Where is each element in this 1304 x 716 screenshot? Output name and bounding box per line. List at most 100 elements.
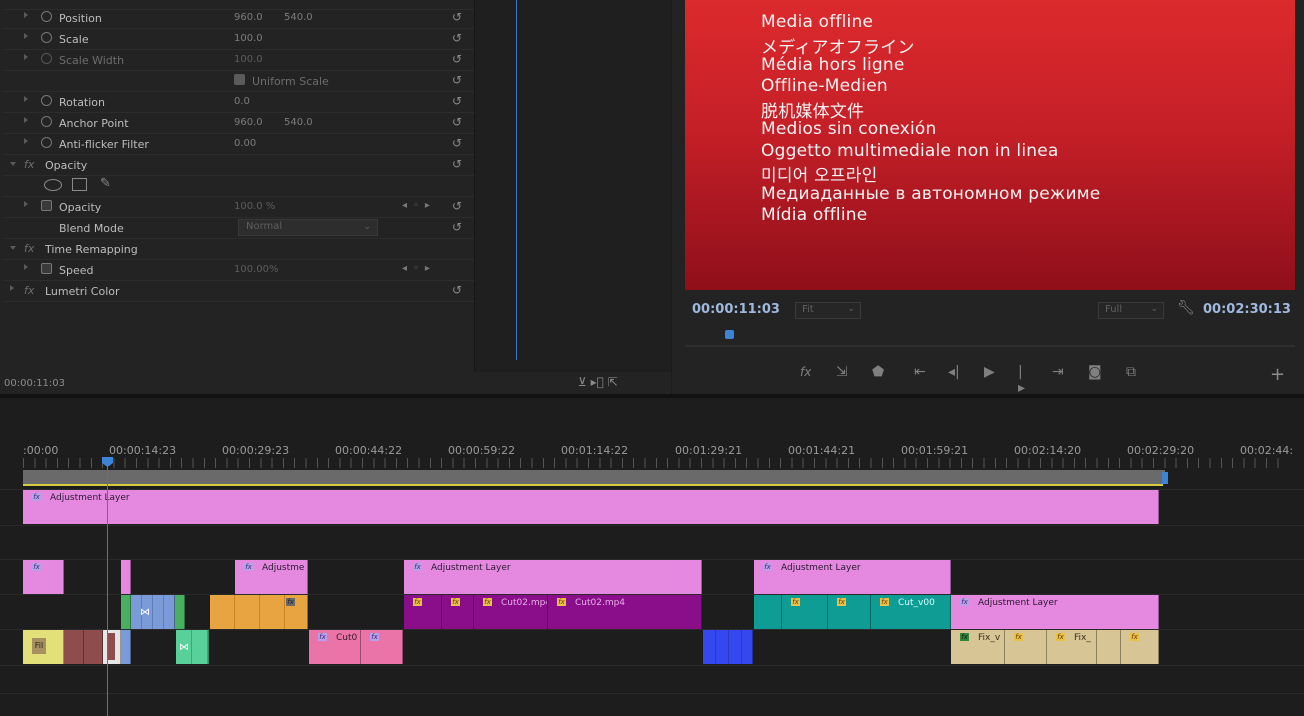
- expand-triangle-icon[interactable]: [24, 96, 28, 102]
- prop-value[interactable]: 100.0 %: [234, 201, 275, 212]
- video-clip[interactable]: [175, 595, 185, 629]
- timeline-playhead-line[interactable]: [107, 462, 108, 716]
- reset-icon[interactable]: ↺: [452, 94, 462, 108]
- current-time-display[interactable]: 00:00:11:03: [692, 302, 780, 317]
- reset-icon[interactable]: ↺: [452, 220, 462, 234]
- fx-icon[interactable]: fx: [800, 365, 811, 379]
- ellipse-mask-icon[interactable]: [44, 179, 62, 191]
- adjustment-layer-clip[interactable]: fx Adjustment Layer: [404, 560, 702, 594]
- reset-icon[interactable]: ↺: [452, 136, 462, 150]
- stopwatch-icon[interactable]: [41, 11, 52, 22]
- reset-icon[interactable]: ↺: [452, 157, 462, 171]
- video-clip[interactable]: ⋈: [131, 595, 175, 629]
- rectangle-mask-icon[interactable]: [72, 178, 87, 191]
- video-clip[interactable]: ⋈: [176, 630, 209, 664]
- keyframe-nav-icon[interactable]: ◂◦▸: [402, 263, 436, 274]
- prop-value-x[interactable]: 960.0: [234, 12, 263, 23]
- expand-triangle-icon[interactable]: [10, 285, 14, 291]
- prop-row-position[interactable]: Position 960.0 540.0 ↺: [4, 7, 474, 29]
- video-clip[interactable]: [121, 595, 131, 629]
- add-button[interactable]: +: [1270, 364, 1285, 385]
- video-clip[interactable]: [84, 630, 103, 664]
- keyframe-nav-icon[interactable]: ◂◦▸: [402, 200, 436, 211]
- prop-row-anchor-point[interactable]: Anchor Point 960.0 540.0 ↺: [4, 112, 474, 134]
- prop-row-anti-flicker[interactable]: Anti-flicker Filter 0.00 ↺: [4, 133, 474, 155]
- expand-triangle-icon[interactable]: [24, 264, 28, 270]
- selected-video-clip[interactable]: [103, 630, 121, 664]
- prop-row-speed[interactable]: Speed 100.00% ◂◦▸: [4, 259, 474, 281]
- prop-row-scale[interactable]: Scale 100.0 ↺: [4, 28, 474, 50]
- export-frame-icon[interactable]: ⇲: [836, 364, 848, 380]
- video-clip[interactable]: [121, 630, 131, 664]
- video-clip[interactable]: [64, 630, 84, 664]
- reset-icon[interactable]: ↺: [452, 73, 462, 87]
- video-clip[interactable]: fx: [442, 595, 474, 629]
- prop-value[interactable]: 100.00%: [234, 264, 279, 275]
- transition-icon[interactable]: ⋈: [179, 642, 189, 653]
- stopwatch-icon[interactable]: [41, 95, 52, 106]
- video-clip[interactable]: fx Cut_v00: [871, 595, 951, 629]
- prop-value-x[interactable]: 960.0: [234, 117, 263, 128]
- prop-value-y[interactable]: 540.0: [284, 12, 313, 23]
- video-clip[interactable]: [754, 595, 782, 629]
- effect-controls-playhead[interactable]: [516, 0, 517, 360]
- prop-row-opacity[interactable]: Opacity 100.0 % ◂◦▸ ↺: [4, 196, 474, 218]
- video-clip[interactable]: fx Fix_: [1047, 630, 1097, 664]
- prop-value[interactable]: 0.00: [234, 138, 256, 149]
- adjustment-layer-clip[interactable]: fx Adjustment Layer: [951, 595, 1159, 629]
- video-clip[interactable]: fx: [828, 595, 871, 629]
- video-clip[interactable]: fx Cut02.mp4: [474, 595, 548, 629]
- reset-icon[interactable]: ↺: [452, 10, 462, 24]
- fx-icon[interactable]: fx: [24, 284, 34, 297]
- prop-row-uniform-scale[interactable]: Uniform Scale ↺: [4, 70, 474, 92]
- prop-value[interactable]: 0.0: [234, 96, 250, 107]
- prop-row-blend-mode[interactable]: Blend Mode Normal ⌄ ↺: [4, 217, 474, 239]
- expand-triangle-icon[interactable]: [24, 138, 28, 144]
- video-clip[interactable]: fx: [210, 595, 308, 629]
- expand-triangle-icon[interactable]: [24, 201, 28, 207]
- reset-icon[interactable]: ↺: [452, 283, 462, 297]
- uniform-scale-checkbox[interactable]: [234, 74, 245, 85]
- prop-row-scale-width[interactable]: Scale Width 100.0 ↺: [4, 49, 474, 71]
- compare-view-icon[interactable]: ⧉: [1126, 364, 1136, 380]
- reset-icon[interactable]: ↺: [452, 199, 462, 213]
- adjustment-layer-clip[interactable]: fx Adjustment Layer: [23, 490, 1159, 524]
- stopwatch-icon[interactable]: [41, 137, 52, 148]
- expand-triangle-icon[interactable]: [24, 12, 28, 18]
- timeline-ruler-ticks[interactable]: [23, 458, 1285, 468]
- camera-icon[interactable]: ◙: [1088, 364, 1102, 380]
- prop-value-y[interactable]: 540.0: [284, 117, 313, 128]
- step-forward-icon[interactable]: |▸: [1018, 364, 1025, 396]
- video-clip[interactable]: fx: [404, 595, 442, 629]
- video-clip[interactable]: fx Cut02.mp4: [548, 595, 702, 629]
- adjustment-layer-clip[interactable]: fx: [23, 560, 64, 594]
- video-clip[interactable]: [1097, 630, 1121, 664]
- fx-icon[interactable]: fx: [24, 158, 34, 171]
- stopwatch-icon[interactable]: [41, 200, 52, 211]
- stopwatch-icon[interactable]: [41, 116, 52, 127]
- go-to-out-icon[interactable]: ⇥: [1052, 364, 1064, 380]
- time-remap-group-row[interactable]: fx Time Remapping: [4, 238, 474, 260]
- adjustment-layer-clip[interactable]: fx Adjustment Layer: [754, 560, 951, 594]
- zoom-level-dropdown[interactable]: Fit ⌄: [795, 302, 861, 319]
- prop-value[interactable]: 100.0: [234, 33, 263, 44]
- prop-value[interactable]: 100.0: [234, 54, 263, 65]
- stopwatch-icon[interactable]: [41, 263, 52, 274]
- stopwatch-icon[interactable]: [41, 32, 52, 43]
- reset-icon[interactable]: ↺: [452, 115, 462, 129]
- video-clip[interactable]: fx: [782, 595, 828, 629]
- lumetri-group-row[interactable]: fx Lumetri Color ↺: [4, 280, 474, 302]
- reset-icon[interactable]: ↺: [452, 52, 462, 66]
- program-monitor-ruler[interactable]: [685, 332, 1295, 347]
- expand-triangle-icon[interactable]: [24, 33, 28, 39]
- fx-icon[interactable]: fx: [24, 242, 34, 255]
- expand-triangle-icon[interactable]: [24, 117, 28, 123]
- effect-controls-mini-timeline[interactable]: [475, 0, 671, 372]
- marker-icon[interactable]: ⬟: [872, 364, 884, 380]
- pen-mask-icon[interactable]: ✎: [100, 176, 111, 191]
- effect-controls-timecode[interactable]: 00:00:11:03: [4, 378, 65, 389]
- video-clip[interactable]: fx Cut0: [309, 630, 361, 664]
- video-clip[interactable]: fx: [1121, 630, 1159, 664]
- collapse-triangle-icon[interactable]: [10, 246, 16, 250]
- expand-triangle-icon[interactable]: [24, 54, 28, 60]
